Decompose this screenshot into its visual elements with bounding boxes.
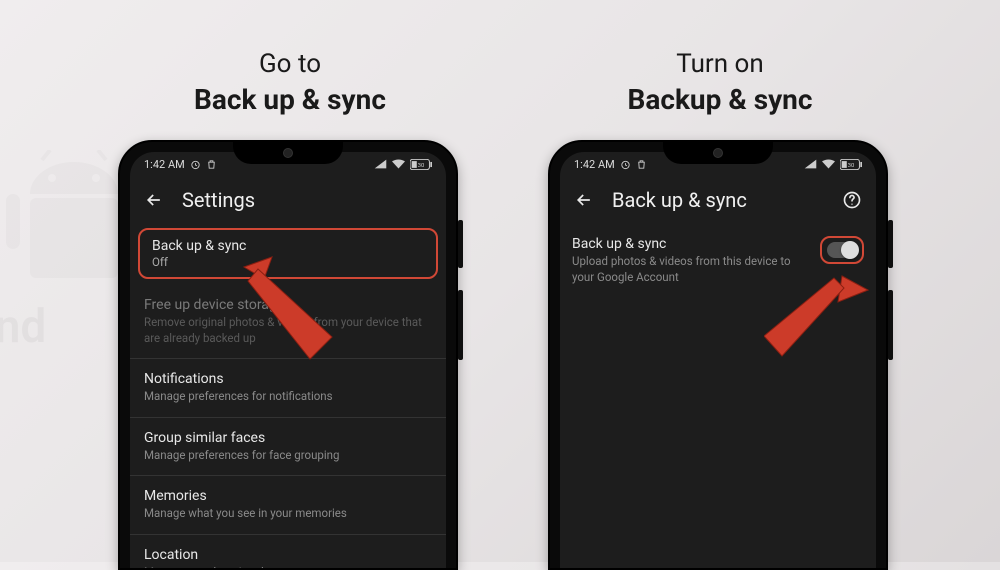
- caption-right-line2: Backup & sync: [628, 83, 813, 116]
- backup-sync-row: Back up & sync Upload photos & videos fr…: [560, 226, 876, 295]
- watermark-text: and: [0, 300, 46, 354]
- phone-side-button: [458, 220, 463, 268]
- settings-item[interactable]: Group similar faces Manage preferences fo…: [130, 418, 446, 477]
- page-title: Back up & sync: [612, 188, 747, 212]
- screen-backup-sync: 1:42 AM 30 Back up & sync Back up & sync…: [560, 152, 876, 568]
- page-title: Settings: [182, 188, 255, 212]
- help-icon[interactable]: [842, 190, 862, 210]
- caption-left-line1: Go to: [259, 49, 321, 79]
- item-title: Location: [144, 547, 432, 563]
- item-subtitle: Upload photos & videos from this device …: [572, 254, 810, 285]
- item-title: Back up & sync: [152, 238, 424, 254]
- trash-icon: [206, 159, 217, 170]
- phone-left: 1:42 AM 30 Settings Back up & sync Off F…: [118, 140, 458, 570]
- battery-icon: 30: [840, 159, 862, 170]
- item-title: Back up & sync: [572, 236, 810, 252]
- svg-text:30: 30: [418, 163, 425, 169]
- phone-right: 1:42 AM 30 Back up & sync Back up & sync…: [548, 140, 888, 570]
- settings-item-backup-sync[interactable]: Back up & sync Off: [138, 228, 438, 279]
- caption-left-line2: Back up & sync: [194, 83, 386, 116]
- item-subtitle: Off: [152, 255, 424, 269]
- item-subtitle: Manage preferences for notifications: [144, 389, 432, 405]
- alarm-icon: [190, 159, 201, 170]
- item-title: Group similar faces: [144, 430, 432, 446]
- camera-icon: [283, 148, 293, 158]
- wifi-icon: [392, 159, 405, 169]
- backup-sync-toggle[interactable]: [827, 242, 857, 258]
- item-subtitle: Manage your location data: [144, 565, 432, 568]
- item-subtitle: Manage what you see in your memories: [144, 506, 432, 522]
- back-arrow-icon[interactable]: [574, 190, 594, 210]
- caption-right: Turn on Backup & sync: [520, 48, 920, 119]
- phone-side-button: [458, 290, 463, 360]
- item-title: Notifications: [144, 371, 432, 387]
- screen-settings: 1:42 AM 30 Settings Back up & sync Off F…: [130, 152, 446, 568]
- caption-right-line1: Turn on: [676, 49, 763, 79]
- battery-icon: 30: [410, 159, 432, 170]
- camera-icon: [713, 148, 723, 158]
- item-title: Memories: [144, 488, 432, 504]
- backup-sync-toggle-highlight: [820, 236, 864, 264]
- status-time: 1:42 AM: [574, 158, 615, 171]
- alarm-icon: [620, 159, 631, 170]
- caption-left: Go to Back up & sync: [90, 48, 490, 119]
- wifi-icon: [822, 159, 835, 169]
- settings-item[interactable]: Memories Manage what you see in your memo…: [130, 476, 446, 535]
- settings-item[interactable]: Location Manage your location data: [130, 535, 446, 568]
- item-subtitle: Manage preferences for face grouping: [144, 448, 432, 464]
- phone-notch: [663, 142, 773, 164]
- item-title: Free up device storage: [144, 297, 432, 313]
- status-time: 1:42 AM: [144, 158, 185, 171]
- header: Settings: [130, 176, 446, 226]
- back-arrow-icon[interactable]: [144, 190, 164, 210]
- settings-item[interactable]: Notifications Manage preferences for noti…: [130, 359, 446, 418]
- phone-notch: [233, 142, 343, 164]
- signal-icon: [374, 159, 387, 169]
- header: Back up & sync: [560, 176, 876, 226]
- toggle-knob: [841, 241, 859, 259]
- item-subtitle: Remove original photos & videos from you…: [144, 315, 432, 346]
- trash-icon: [636, 159, 647, 170]
- settings-item: Free up device storage Remove original ph…: [130, 285, 446, 359]
- signal-icon: [804, 159, 817, 169]
- svg-text:30: 30: [848, 163, 855, 169]
- phone-side-button: [888, 290, 893, 360]
- phone-side-button: [888, 220, 893, 268]
